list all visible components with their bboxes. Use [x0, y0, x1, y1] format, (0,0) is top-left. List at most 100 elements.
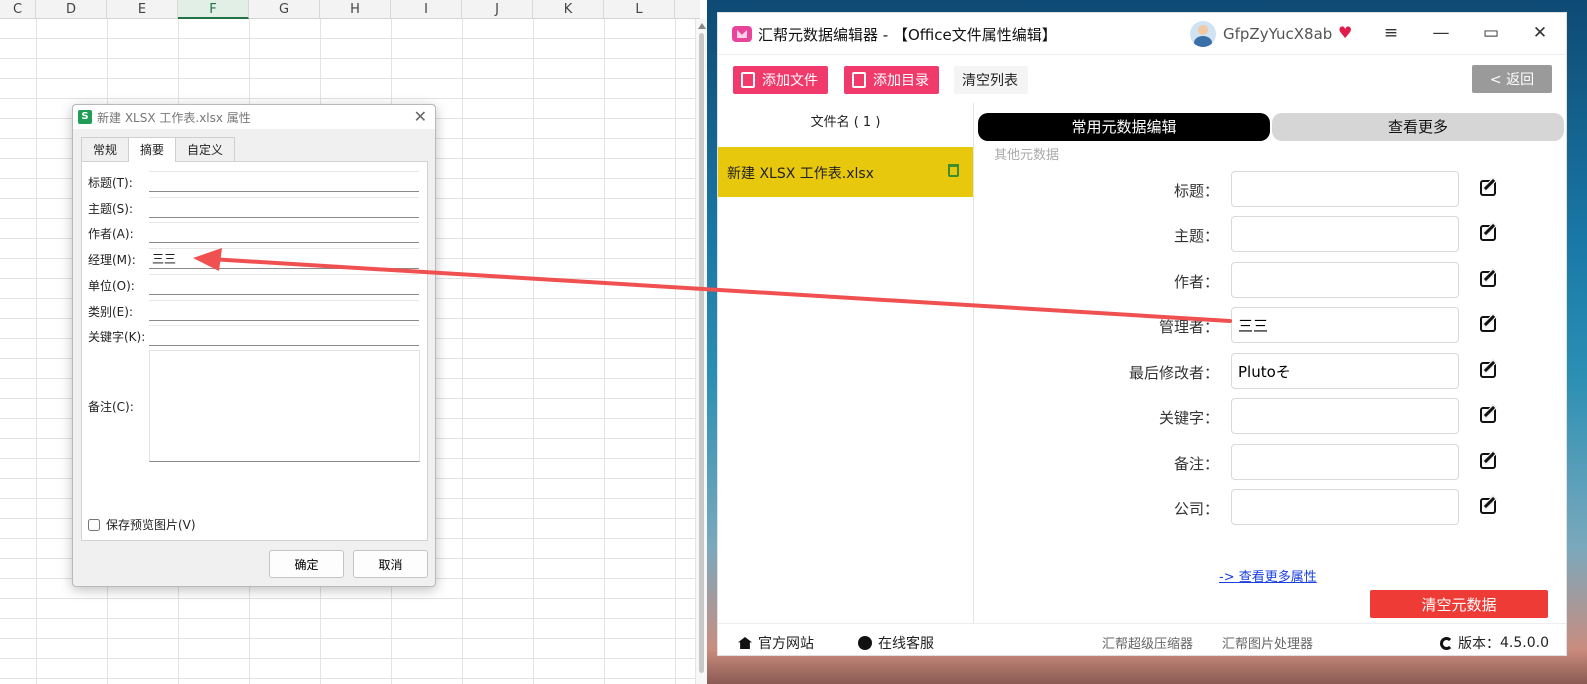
add-folder-button[interactable]: 添加目录	[844, 66, 939, 94]
column-header[interactable]: L	[604, 0, 675, 19]
edit-icon[interactable]	[1480, 407, 1496, 423]
refresh-icon[interactable]	[1440, 636, 1453, 650]
trash-icon[interactable]	[948, 164, 959, 177]
meta-row-manager: 管理者：	[976, 307, 1566, 343]
scroll-up-icon[interactable]	[698, 23, 706, 29]
version-label: 版本：	[1458, 636, 1500, 652]
edit-icon[interactable]	[1480, 362, 1496, 378]
title-field[interactable]	[149, 171, 419, 192]
meta-row-subject: 主题：	[976, 216, 1566, 252]
close-icon[interactable]: ✕	[414, 107, 427, 126]
official-website-link[interactable]: 官方网站	[738, 633, 814, 653]
notes-label: 备注(C):	[88, 400, 134, 414]
field-label: 经理(M):	[88, 253, 136, 267]
save-preview-label: 保存预览图片(V)	[106, 518, 196, 532]
scroll-thumb[interactable]	[699, 33, 704, 673]
company-field[interactable]	[149, 274, 419, 295]
column-header[interactable]: G	[249, 0, 320, 19]
compressor-link[interactable]: 汇帮超级压缩器	[1102, 633, 1193, 652]
column-header[interactable]: K	[533, 0, 604, 19]
meta-title-input[interactable]	[1231, 171, 1459, 207]
meta-label: 备注：	[1173, 455, 1219, 473]
avatar[interactable]	[1190, 21, 1216, 47]
meta-author-input[interactable]	[1231, 262, 1459, 298]
app-titlebar: 汇帮元数据编辑器 - 【Office文件属性编辑】 GfpZyYucX8ab ♥…	[718, 13, 1566, 55]
tab-general[interactable]: 常规	[81, 137, 130, 161]
meta-last-modified-by-input[interactable]	[1231, 353, 1459, 389]
manager-field[interactable]	[149, 248, 419, 269]
image-processor-link[interactable]: 汇帮图片处理器	[1222, 633, 1313, 652]
online-support-link[interactable]: 在线客服	[858, 633, 934, 653]
tab-custom[interactable]: 自定义	[175, 137, 236, 161]
edit-icon[interactable]	[1480, 316, 1496, 332]
meta-manager-input[interactable]	[1231, 307, 1459, 343]
edit-icon[interactable]	[1480, 271, 1496, 287]
edit-icon[interactable]	[1480, 453, 1496, 469]
field-label: 标题(T):	[88, 176, 133, 190]
field-label: 作者(A):	[88, 227, 134, 241]
meta-row-last-modified-by: 最后修改者：	[976, 353, 1566, 389]
meta-subject-input[interactable]	[1231, 216, 1459, 252]
version-number: 4.5.0.0	[1500, 635, 1549, 651]
edit-icon[interactable]	[1480, 180, 1496, 196]
username[interactable]: GfpZyYucX8ab	[1223, 25, 1332, 43]
vertical-scrollbar[interactable]	[695, 19, 707, 684]
file-list-item[interactable]: 新建 XLSX 工作表.xlsx	[718, 147, 973, 197]
summary-panel: 标题(T): 主题(S): 作者(A): 经理(M): 单位(O): 类别(E)…	[81, 161, 428, 541]
website-label: 官方网站	[758, 636, 814, 652]
column-header[interactable]: H	[320, 0, 391, 19]
cancel-button[interactable]: 取消	[353, 550, 428, 578]
meta-company-input[interactable]	[1231, 489, 1459, 525]
add-file-label: 添加文件	[762, 73, 818, 89]
close-icon[interactable]: ✕	[1529, 22, 1551, 44]
menu-icon[interactable]: ≡	[1380, 22, 1402, 44]
field-label: 主题(S):	[88, 202, 134, 216]
tab-view-more[interactable]: 查看更多	[1272, 113, 1564, 141]
column-header[interactable]: E	[107, 0, 178, 19]
dialog-title: 新建 XLSX 工作表.xlsx 属性	[97, 111, 251, 125]
column-header[interactable]: D	[36, 0, 107, 19]
tab-summary[interactable]: 摘要	[128, 137, 177, 162]
column-header-active[interactable]: F	[178, 0, 249, 19]
notes-textarea[interactable]	[149, 350, 420, 462]
clear-list-button[interactable]: 清空列表	[954, 66, 1028, 94]
author-field[interactable]	[149, 222, 419, 243]
meta-label: 关键字：	[1158, 409, 1219, 427]
meta-comments-input[interactable]	[1231, 444, 1459, 480]
category-field[interactable]	[149, 300, 419, 321]
meta-label: 最后修改者：	[1128, 364, 1219, 382]
column-headers: C D E F G H I J K L	[0, 0, 700, 19]
clear-metadata-button[interactable]: 清空元数据	[1370, 590, 1548, 618]
field-label: 类别(E):	[88, 305, 133, 319]
save-preview-checkbox[interactable]	[88, 518, 100, 531]
tab-common-metadata[interactable]: 常用元数据编辑	[978, 113, 1270, 141]
heart-diamond-icon[interactable]: ♥	[1338, 23, 1352, 42]
toolbar: 添加文件 添加目录 清空列表 < 返回	[718, 55, 1566, 103]
dialog-titlebar: S 新建 XLSX 工作表.xlsx 属性 ✕	[73, 105, 435, 129]
meta-keywords-input[interactable]	[1231, 398, 1459, 434]
meta-row-keywords: 关键字：	[976, 398, 1566, 434]
field-row-category: 类别(E):	[88, 300, 419, 321]
maximize-icon[interactable]: ▭	[1480, 22, 1502, 44]
meta-label: 管理者：	[1158, 318, 1219, 336]
view-more-attributes-link[interactable]: -> 查看更多属性	[1219, 566, 1317, 585]
meta-label: 公司：	[1173, 500, 1219, 518]
keywords-field[interactable]	[149, 325, 419, 346]
file-list: 文件名 ( 1 ) 新建 XLSX 工作表.xlsx	[718, 103, 974, 623]
edit-icon[interactable]	[1480, 498, 1496, 514]
add-file-button[interactable]: 添加文件	[733, 66, 828, 94]
column-header[interactable]: C	[0, 0, 36, 19]
properties-dialog: S 新建 XLSX 工作表.xlsx 属性 ✕ 常规 摘要 自定义 标题(T):…	[72, 104, 436, 587]
back-button[interactable]: < 返回	[1472, 65, 1552, 93]
minimize-icon[interactable]: —	[1430, 22, 1452, 44]
edit-icon[interactable]	[1480, 225, 1496, 241]
subject-field[interactable]	[149, 197, 419, 218]
meta-row-company: 公司：	[976, 489, 1566, 525]
column-header[interactable]: I	[391, 0, 462, 19]
column-header[interactable]: J	[462, 0, 533, 19]
meta-label: 标题：	[1173, 182, 1219, 200]
field-label: 关键字(K):	[88, 330, 146, 344]
save-preview-row: 保存预览图片(V)	[88, 516, 196, 533]
editor-tabs: 常用元数据编辑 查看更多	[978, 113, 1564, 141]
ok-button[interactable]: 确定	[269, 550, 344, 578]
